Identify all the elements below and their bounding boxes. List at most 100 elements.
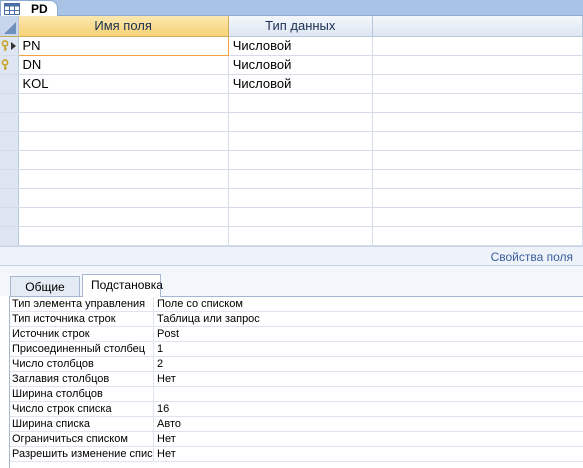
row-selector[interactable] xyxy=(0,169,19,189)
field-name-cell[interactable] xyxy=(18,93,229,113)
data-type-cell[interactable] xyxy=(228,131,373,151)
data-type-cell[interactable] xyxy=(228,150,373,170)
description-cell[interactable] xyxy=(372,112,583,132)
property-value[interactable]: Post xyxy=(154,327,179,341)
row-selector[interactable] xyxy=(0,74,19,94)
property-value[interactable]: Таблица или запрос xyxy=(154,312,260,326)
field-name-cell[interactable] xyxy=(18,226,229,247)
document-tab-pd[interactable]: PD xyxy=(0,0,58,17)
field-name-cell[interactable] xyxy=(18,207,229,227)
description-cell[interactable] xyxy=(372,55,583,75)
description-cell[interactable] xyxy=(372,226,583,247)
row-selector[interactable] xyxy=(0,36,19,56)
data-type-cell[interactable]: Числовой xyxy=(228,55,373,75)
property-value[interactable]: Нет xyxy=(154,372,176,386)
field-row[interactable] xyxy=(0,131,583,151)
row-selector[interactable] xyxy=(0,93,19,113)
field-row[interactable] xyxy=(0,226,583,247)
property-name: Ширина списка xyxy=(10,417,154,431)
current-row-arrow-icon xyxy=(11,41,16,50)
data-type-cell[interactable]: Числовой xyxy=(228,36,373,56)
data-type-cell[interactable] xyxy=(228,226,373,247)
field-row[interactable] xyxy=(0,169,583,189)
property-value[interactable]: Поле со списком xyxy=(154,297,243,311)
property-name: Присоединенный столбец xyxy=(10,342,154,356)
description-cell[interactable] xyxy=(372,207,583,227)
table-icon xyxy=(4,3,20,15)
field-row[interactable] xyxy=(0,93,583,113)
property-row[interactable]: Ограничиться списком Нет xyxy=(10,432,583,447)
field-row[interactable]: PN Числовой xyxy=(0,35,583,56)
property-name: Разрешить изменение списка xyxy=(12,447,154,461)
row-selector[interactable] xyxy=(0,188,19,208)
column-header-description xyxy=(372,16,583,37)
tab-lookup[interactable]: Подстановка xyxy=(82,274,163,297)
description-cell[interactable] xyxy=(372,131,583,151)
field-row[interactable] xyxy=(0,207,583,227)
column-header-data-type[interactable]: Тип данных xyxy=(228,16,373,37)
property-name: Заглавия столбцов xyxy=(10,372,154,386)
property-row[interactable]: Тип источника строк Таблица или запрос xyxy=(10,312,583,327)
property-row[interactable]: Заглавия столбцов Нет xyxy=(10,372,583,387)
property-row[interactable]: Источник строк Post xyxy=(10,327,583,342)
property-sheet-tabs: Общие Подстановка xyxy=(0,266,583,297)
data-type-cell[interactable] xyxy=(228,188,373,208)
data-type-cell[interactable] xyxy=(228,169,373,189)
description-cell[interactable] xyxy=(372,74,583,94)
property-value[interactable] xyxy=(154,387,157,401)
property-value[interactable]: Нет xyxy=(154,447,176,461)
field-name-cell[interactable] xyxy=(18,188,229,208)
primary-key-icon xyxy=(1,58,11,74)
property-value[interactable]: 1 xyxy=(154,342,163,356)
row-selector[interactable] xyxy=(0,150,19,170)
field-properties-strip: Свойства поля xyxy=(0,246,583,266)
select-all-corner[interactable] xyxy=(0,16,19,37)
row-selector[interactable] xyxy=(0,226,19,247)
field-row[interactable]: KOL Числовой xyxy=(0,74,583,94)
property-value[interactable]: Нет xyxy=(154,432,176,446)
property-value[interactable]: Авто xyxy=(154,417,181,431)
document-tabstrip: PD xyxy=(0,0,583,17)
property-name: Тип источника строк xyxy=(10,312,154,326)
property-value[interactable]: 16 xyxy=(154,402,169,416)
row-selector[interactable] xyxy=(0,112,19,132)
field-row[interactable]: DN Числовой xyxy=(0,55,583,75)
property-list: Тип элемента управления Поле со списком Ти… xyxy=(9,296,583,468)
description-cell[interactable] xyxy=(372,36,583,56)
field-design-grid: Имя поля Тип данных PN Числовой DN Числовой… xyxy=(0,16,583,247)
description-cell[interactable] xyxy=(372,150,583,170)
data-type-cell[interactable] xyxy=(228,207,373,227)
tab-general[interactable]: Общие xyxy=(10,276,80,296)
row-selector[interactable] xyxy=(0,55,19,75)
row-selector[interactable] xyxy=(0,131,19,151)
property-row[interactable]: Ширина столбцов xyxy=(10,387,583,402)
data-type-cell[interactable] xyxy=(228,112,373,132)
field-name-cell[interactable]: PN xyxy=(17,35,229,56)
field-row[interactable] xyxy=(0,150,583,170)
description-cell[interactable] xyxy=(372,169,583,189)
field-row[interactable] xyxy=(0,188,583,208)
description-cell[interactable] xyxy=(372,93,583,113)
property-row[interactable]: Ширина списка Авто xyxy=(10,417,583,432)
field-row[interactable] xyxy=(0,112,583,132)
property-row[interactable]: Число строк списка 16 xyxy=(10,402,583,417)
description-cell[interactable] xyxy=(372,188,583,208)
data-type-cell[interactable] xyxy=(228,93,373,113)
property-row[interactable]: Присоединенный столбец 1 xyxy=(10,342,583,357)
field-name-cell[interactable] xyxy=(18,112,229,132)
field-properties-label: Свойства поля xyxy=(490,250,573,264)
data-type-cell[interactable]: Числовой xyxy=(228,74,373,94)
field-name-cell[interactable] xyxy=(18,150,229,170)
property-row[interactable]: Разрешить изменение списка Нет xyxy=(10,447,583,462)
property-name: Ширина столбцов xyxy=(10,387,154,401)
field-name-cell[interactable]: KOL xyxy=(18,74,229,94)
property-row[interactable]: Тип элемента управления Поле со списком xyxy=(10,297,583,312)
property-row[interactable]: Число столбцов 2 xyxy=(10,357,583,372)
row-selector[interactable] xyxy=(0,207,19,227)
field-name-cell[interactable]: DN xyxy=(18,55,229,75)
field-name-cell[interactable] xyxy=(18,131,229,151)
property-value[interactable]: 2 xyxy=(154,357,163,371)
property-name: Ограничиться списком xyxy=(10,432,154,446)
field-name-cell[interactable] xyxy=(18,169,229,189)
column-header-field-name[interactable]: Имя поля xyxy=(18,16,229,37)
